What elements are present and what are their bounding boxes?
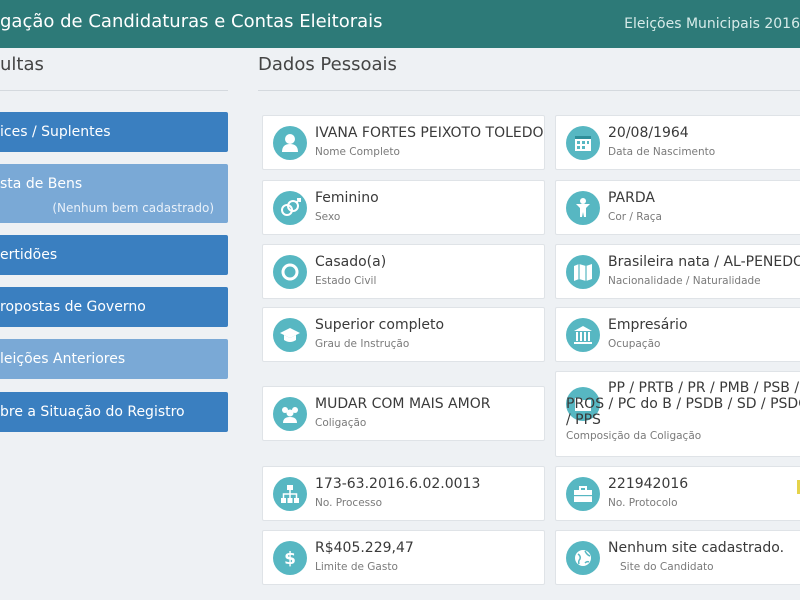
card-nome-completo: IVANA FORTES PEIXOTO TOLEDO Nome Complet…	[262, 115, 545, 170]
limite-label: Limite de Gasto	[315, 561, 398, 573]
sidebar-item-label: ropostas de Governo	[0, 299, 146, 315]
ocupacao-label: Ocupação	[608, 338, 661, 350]
election-subtitle: Eleições Municipais 2016	[624, 16, 800, 32]
site-label: Site do Candidato	[620, 561, 714, 573]
nacionalidade-label: Nacionalidade / Naturalidade	[608, 275, 761, 287]
sidebar-item-note: (Nenhum bem cadastrado)	[52, 201, 214, 215]
sidebar-item-label: bre a Situação do Registro	[0, 404, 185, 420]
dollar-icon: $	[273, 540, 307, 575]
coligacao-value: MUDAR COM MAIS AMOR	[315, 396, 491, 412]
instrucao-value: Superior completo	[315, 317, 445, 333]
sidebar-item-lista-de-bens[interactable]: sta de Bens (Nenhum bem cadastrado)	[0, 164, 228, 223]
card-coligacao: MUDAR COM MAIS AMOR Coligação	[262, 386, 545, 441]
card-data-nascimento: 20/08/1964 Data de Nascimento	[555, 115, 800, 170]
nome-value: IVANA FORTES PEIXOTO TOLEDO	[315, 125, 544, 141]
nascimento-value: 20/08/1964	[608, 125, 689, 141]
card-limite-gasto: $ R$405.229,47 Limite de Gasto	[262, 530, 545, 585]
sitemap-icon	[273, 476, 307, 511]
cor-value: PARDA	[608, 190, 655, 206]
cor-label: Cor / Raça	[608, 211, 662, 223]
protocolo-value: 221942016	[608, 476, 689, 492]
protocolo-label: No. Protocolo	[608, 497, 678, 509]
sidebar-item-label: ertidões	[0, 247, 58, 263]
ocupacao-value: Empresário	[608, 317, 688, 333]
processo-label: No. Processo	[315, 497, 383, 509]
app-title: gação de Candidaturas e Contas Eleitorai…	[0, 11, 383, 32]
estado-civil-value: Casado(a)	[315, 254, 387, 270]
card-estado-civil: Casado(a) Estado Civil	[262, 244, 545, 299]
coligacao-label: Coligação	[315, 417, 367, 429]
limite-value: R$405.229,47	[315, 540, 414, 556]
card-processo: 173-63.2016.6.02.0013 No. Processo	[262, 466, 545, 521]
top-header: gação de Candidaturas e Contas Eleitorai…	[0, 0, 800, 48]
card-cor-raca: PARDA Cor / Raça	[555, 180, 800, 235]
sidebar-item-certidoes[interactable]: ertidões	[0, 235, 228, 275]
ring-icon	[273, 254, 307, 289]
sidebar-title: ultas	[0, 54, 44, 75]
sidebar-item-propostas-de-governo[interactable]: ropostas de Governo	[0, 287, 228, 327]
sexo-value: Feminino	[315, 190, 379, 206]
person-icon	[273, 125, 307, 160]
group-icon	[273, 396, 307, 431]
composicao-label: Composição da Coligação	[566, 430, 702, 442]
sidebar-item-label: sta de Bens	[0, 176, 83, 192]
briefcase-icon	[566, 476, 600, 511]
card-sexo: Feminino Sexo	[262, 180, 545, 235]
sidebar-item-label: ices / Suplentes	[0, 124, 111, 140]
estado-civil-label: Estado Civil	[315, 275, 377, 287]
map-icon	[566, 254, 600, 289]
processo-value: 173-63.2016.6.02.0013	[315, 476, 481, 492]
card-grau-instrucao: Superior completo Grau de Instrução	[262, 307, 545, 362]
card-site-candidato: Nenhum site cadastrado. Site do Candidat…	[555, 530, 800, 585]
sexo-label: Sexo	[315, 211, 341, 223]
nascimento-label: Data de Nascimento	[608, 146, 716, 158]
card-nacionalidade: Brasileira nata / AL-PENEDO Nacionalidad…	[555, 244, 800, 299]
sidebar-divider	[0, 90, 228, 91]
card-composicao-coligacao: PP / PRTB / PR / PMB / PSB / PROS / PC d…	[555, 371, 800, 457]
card-ocupacao: Empresário Ocupação	[555, 307, 800, 362]
graduation-cap-icon	[273, 317, 307, 352]
gender-icon	[273, 190, 307, 225]
nome-label: Nome Completo	[315, 146, 400, 158]
instrucao-label: Grau de Instrução	[315, 338, 410, 350]
page-title: Dados Pessoais	[258, 54, 397, 75]
composicao-value: PP / PRTB / PR / PMB / PSB / PROS / PC d…	[566, 380, 800, 428]
building-icon	[566, 317, 600, 352]
sidebar-item-situacao-registro[interactable]: bre a Situação do Registro	[0, 392, 228, 432]
main-divider	[258, 90, 800, 91]
card-protocolo: 221942016 No. Protocolo	[555, 466, 800, 521]
sidebar-item-vices-suplentes[interactable]: ices / Suplentes	[0, 112, 228, 152]
sidebar-item-label: leições Anteriores	[0, 351, 126, 367]
figure-icon	[566, 190, 600, 225]
globe-icon	[566, 540, 600, 575]
calendar-icon	[566, 125, 600, 160]
sidebar-item-eleicoes-anteriores[interactable]: leições Anteriores	[0, 339, 228, 379]
nacionalidade-value: Brasileira nata / AL-PENEDO	[608, 254, 800, 270]
site-value: Nenhum site cadastrado.	[608, 540, 785, 556]
svg-text:$: $	[284, 549, 296, 569]
composicao-value-wrap: PP / PRTB / PR / PMB / PSB / PROS / PC d…	[566, 380, 800, 428]
